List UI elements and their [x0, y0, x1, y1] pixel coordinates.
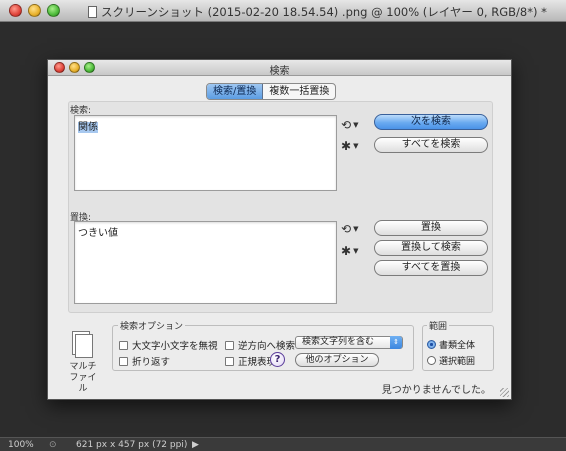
- multi-file-button[interactable]: マルチ ファイル: [66, 330, 100, 395]
- window-title: スクリーンショット (2015-02-20 18.54.54) .png @ 1…: [88, 4, 547, 20]
- gear-icon: ✱: [341, 139, 352, 153]
- replace-value: つきい値: [78, 228, 118, 239]
- find-all-button[interactable]: すべてを検索: [374, 137, 488, 153]
- history-icon: ⟲: [341, 222, 352, 236]
- wrap-around-label: 折り返す: [132, 357, 171, 368]
- replace-and-find-button[interactable]: 置換して検索: [374, 240, 488, 256]
- search-options-popup[interactable]: ✱ ▼: [341, 138, 365, 154]
- wrap-around-checkbox[interactable]: 折り返す: [119, 354, 170, 368]
- zoom-level[interactable]: 100%: [8, 440, 34, 450]
- window-titlebar: スクリーンショット (2015-02-20 18.54.54) .png @ 1…: [0, 0, 566, 22]
- multi-file-label-line1: マルチ: [69, 362, 97, 372]
- multi-file-label-line2: ファイル: [69, 373, 97, 394]
- whole-document-radio[interactable]: 書類全体: [427, 338, 475, 351]
- whole-document-label: 書類全体: [439, 341, 476, 351]
- search-options-title: 検索オプション: [118, 319, 186, 332]
- history-icon: ⟲: [341, 118, 352, 132]
- mode-tabs: 検索/置換 複数一括置換: [206, 83, 337, 100]
- selection-radio[interactable]: 選択範囲: [427, 354, 475, 367]
- replace-all-button[interactable]: すべてを置換: [374, 260, 488, 276]
- match-mode-select[interactable]: 検索文字列を含む ⇕: [295, 336, 403, 349]
- status-menu-arrow-icon[interactable]: ▶: [192, 440, 199, 450]
- document-size: 621 px x 457 px (72 ppi): [76, 440, 188, 450]
- gear-icon: ✱: [341, 244, 352, 258]
- zoom-window-button[interactable]: [47, 4, 60, 17]
- dialog-title: 検索: [269, 66, 290, 77]
- find-dialog: 検索 検索/置換 複数一括置換 検索: 関係 ⟲ ▼ ✱ ▼ 次を検索 すべてを検索…: [47, 59, 512, 400]
- reverse-search-label: 逆方向へ検索: [238, 341, 296, 352]
- replace-options-popup[interactable]: ✱ ▼: [341, 243, 365, 259]
- recent-search-popup[interactable]: ⟲ ▼: [341, 117, 365, 133]
- reverse-search-checkbox[interactable]: 逆方向へ検索: [225, 338, 295, 352]
- window-title-text: スクリーンショット (2015-02-20 18.54.54) .png @ 1…: [101, 5, 547, 19]
- recent-replace-popup[interactable]: ⟲ ▼: [341, 221, 365, 237]
- selection-label: 選択範囲: [439, 357, 476, 367]
- document-icon: [88, 6, 97, 18]
- resize-grip-icon[interactable]: [500, 388, 509, 397]
- multi-file-icon: [70, 330, 96, 360]
- find-next-button[interactable]: 次を検索: [374, 114, 488, 130]
- minimize-window-button[interactable]: [28, 4, 41, 17]
- other-options-button[interactable]: 他のオプション: [295, 353, 379, 367]
- replace-field[interactable]: つきい値: [74, 221, 337, 304]
- search-value: 関係: [78, 122, 98, 133]
- result-message: 見つかりませんでした。: [381, 385, 491, 396]
- match-mode-value: 検索文字列を含む: [302, 337, 375, 347]
- case-insensitive-checkbox[interactable]: 大文字小文字を無視: [119, 338, 218, 352]
- tab-multi-replace[interactable]: 複数一括置換: [263, 84, 335, 99]
- status-bar: 100% ⊙ 621 px x 457 px (72 ppi) ▶: [0, 437, 566, 451]
- status-toggle-icon[interactable]: ⊙: [49, 440, 57, 450]
- multi-file-label: マルチ ファイル: [66, 362, 100, 395]
- tab-find-replace[interactable]: 検索/置換: [207, 84, 264, 99]
- case-insensitive-label: 大文字小文字を無視: [132, 341, 218, 352]
- replace-button[interactable]: 置換: [374, 220, 488, 236]
- close-window-button[interactable]: [9, 4, 22, 17]
- search-field[interactable]: 関係: [74, 115, 337, 191]
- dialog-titlebar: 検索: [48, 60, 511, 77]
- regex-checkbox[interactable]: 正規表現: [225, 354, 276, 368]
- help-button[interactable]: ?: [270, 352, 285, 367]
- scope-title: 範囲: [427, 319, 450, 332]
- select-arrows-icon: ⇕: [390, 336, 402, 349]
- scope-group: 範囲 書類全体 選択範囲: [422, 319, 494, 371]
- search-options-group: 検索オプション 大文字小文字を無視 逆方向へ検索 折り返す 正規表現 検索文字列…: [112, 319, 414, 371]
